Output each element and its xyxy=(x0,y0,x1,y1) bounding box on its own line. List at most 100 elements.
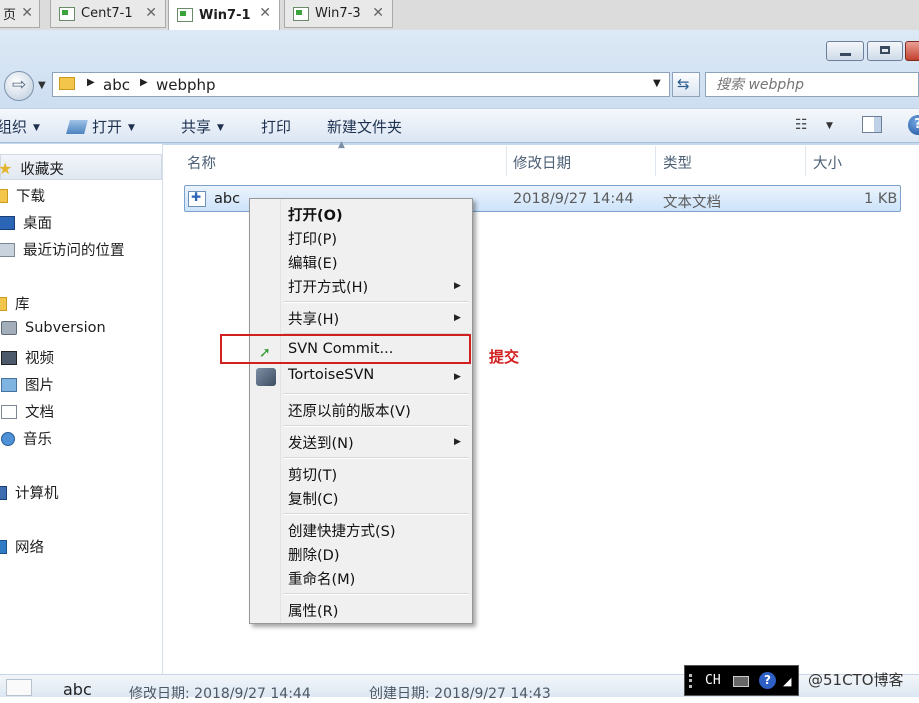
tab-partial[interactable]: 页 ✕ xyxy=(0,0,40,28)
history-dropdown-icon[interactable]: ▼ xyxy=(38,80,46,91)
details-modified: 修改日期: 2018/9/27 14:44 xyxy=(129,686,311,702)
breadcrumb-arrow-icon[interactable]: ▶ xyxy=(140,77,148,88)
forward-arrow-icon: ⇨ xyxy=(12,75,27,95)
search-input[interactable] xyxy=(706,73,918,96)
nav-videos[interactable]: 视频 xyxy=(1,347,54,368)
close-icon[interactable]: ✕ xyxy=(259,5,271,21)
nav-label: 文档 xyxy=(25,405,54,421)
sort-ascending-icon: ▲ xyxy=(338,140,345,150)
submenu-arrow-icon: ▶ xyxy=(454,281,461,291)
file-name[interactable]: abc xyxy=(214,191,240,207)
computer-icon xyxy=(0,485,7,500)
column-header-size[interactable]: 大小 xyxy=(813,152,842,173)
nav-network[interactable]: 网络 xyxy=(0,536,44,557)
maximize-button[interactable] xyxy=(867,41,903,61)
close-button[interactable] xyxy=(905,41,919,61)
tab-label: Win7-3 xyxy=(315,6,361,21)
menu-item-send-to[interactable]: 发送到(N) xyxy=(288,432,354,453)
nav-label: 下载 xyxy=(16,189,45,205)
tab-win7-1[interactable]: Win7-1 ✕ xyxy=(168,0,280,30)
video-icon xyxy=(1,350,17,365)
language-bar[interactable]: CH ? ◢ xyxy=(684,665,799,696)
nav-recent-places[interactable]: 最近访问的位置 xyxy=(0,239,125,260)
chevron-down-icon[interactable]: ▼ xyxy=(826,121,833,131)
close-icon[interactable]: ✕ xyxy=(372,5,384,21)
menu-item-restore-versions[interactable]: 还原以前的版本(V) xyxy=(288,400,411,421)
nav-documents[interactable]: 文档 xyxy=(1,401,54,422)
chevron-down-icon: ▼ xyxy=(128,123,135,133)
address-dropdown-icon[interactable]: ▼ xyxy=(653,78,661,89)
menu-item-delete[interactable]: 删除(D) xyxy=(288,544,339,565)
nav-music[interactable]: 音乐 xyxy=(1,428,52,449)
menu-item-open-with[interactable]: 打开方式(H) xyxy=(288,276,368,297)
column-header-type[interactable]: 类型 xyxy=(663,152,692,173)
menu-item-cut[interactable]: 剪切(T) xyxy=(288,464,337,485)
nav-downloads[interactable]: 下载 xyxy=(0,185,45,206)
menu-item-create-shortcut[interactable]: 创建快捷方式(S) xyxy=(288,520,396,541)
grip-handle-icon[interactable] xyxy=(689,674,704,688)
breadcrumb-abc[interactable]: abc xyxy=(103,76,130,94)
column-divider[interactable] xyxy=(506,146,507,176)
menu-item-open[interactable]: 打开(O) xyxy=(288,204,343,225)
desktop-icon xyxy=(0,215,15,230)
star-icon: ★ xyxy=(0,159,13,178)
library-icon xyxy=(0,296,7,311)
menu-item-tortoisesvn[interactable]: TortoiseSVN xyxy=(288,367,374,383)
options-arrow-icon[interactable]: ◢ xyxy=(783,675,791,688)
help-icon[interactable]: ? xyxy=(759,672,776,689)
nav-favorites[interactable]: ★ 收藏夹 xyxy=(0,158,64,179)
submenu-arrow-icon: ▶ xyxy=(454,372,461,382)
breadcrumb-arrow-icon[interactable]: ▶ xyxy=(87,77,95,88)
menu-separator xyxy=(283,393,469,395)
share-button[interactable]: 共享 ▼ xyxy=(181,116,224,137)
close-icon[interactable]: ✕ xyxy=(21,5,33,21)
nav-subversion[interactable]: Subversion xyxy=(1,320,106,336)
tab-label: 页 xyxy=(3,8,17,23)
subversion-icon xyxy=(1,321,17,335)
music-icon xyxy=(1,431,15,446)
address-bar[interactable]: ▶ abc ▶ webphp ▼ xyxy=(52,72,670,97)
share-label: 共享 xyxy=(181,118,212,136)
nav-label: 收藏夹 xyxy=(20,162,64,178)
menu-item-print[interactable]: 打印(P) xyxy=(288,228,337,249)
chevron-down-icon: ▼ xyxy=(217,123,224,133)
menu-item-properties[interactable]: 属性(R) xyxy=(288,600,338,621)
tab-win7-3[interactable]: Win7-3 ✕ xyxy=(284,0,393,28)
column-divider[interactable] xyxy=(805,146,806,176)
menu-item-share[interactable]: 共享(H) xyxy=(288,308,339,329)
tab-cent7-1[interactable]: Cent7-1 ✕ xyxy=(50,0,166,28)
file-size: 1 KB xyxy=(864,191,898,207)
view-options-icon[interactable]: ☷ xyxy=(795,117,808,133)
organize-button[interactable]: 组织 ▼ xyxy=(0,116,40,137)
menu-item-copy[interactable]: 复制(C) xyxy=(288,488,338,509)
menu-separator xyxy=(283,593,469,595)
breadcrumb-webphp[interactable]: webphp xyxy=(156,76,216,94)
nav-pictures[interactable]: 图片 xyxy=(1,374,54,395)
details-file-name: abc xyxy=(63,680,92,699)
nav-computer[interactable]: 计算机 xyxy=(0,482,59,503)
nav-label: 桌面 xyxy=(23,216,52,232)
svn-text-file-icon xyxy=(188,190,206,207)
minimize-button[interactable] xyxy=(826,41,864,61)
nav-libraries[interactable]: 库 xyxy=(0,293,30,314)
column-header-name[interactable]: 名称 xyxy=(187,152,216,173)
keyboard-icon[interactable] xyxy=(733,676,749,687)
column-header-modified[interactable]: 修改日期 xyxy=(513,152,571,173)
new-folder-button[interactable]: 新建文件夹 xyxy=(327,116,402,137)
search-box[interactable] xyxy=(705,72,919,97)
forward-button[interactable]: ⇨ xyxy=(4,71,34,101)
file-type: 文本文档 xyxy=(663,195,721,211)
open-button[interactable]: 打开 ▼ xyxy=(66,116,135,137)
input-language[interactable]: CH xyxy=(705,673,721,688)
close-icon[interactable]: ✕ xyxy=(145,5,157,21)
nav-label: 视频 xyxy=(25,351,54,367)
vm-icon xyxy=(293,6,309,21)
nav-desktop[interactable]: 桌面 xyxy=(0,212,52,233)
column-divider[interactable] xyxy=(655,146,656,176)
nav-label: 网络 xyxy=(15,540,44,556)
menu-item-rename[interactable]: 重命名(M) xyxy=(288,568,355,589)
print-button[interactable]: 打印 xyxy=(261,116,291,137)
refresh-button[interactable]: ⇆ xyxy=(672,72,700,97)
menu-item-edit[interactable]: 编辑(E) xyxy=(288,252,337,273)
preview-pane-icon[interactable] xyxy=(862,116,882,133)
